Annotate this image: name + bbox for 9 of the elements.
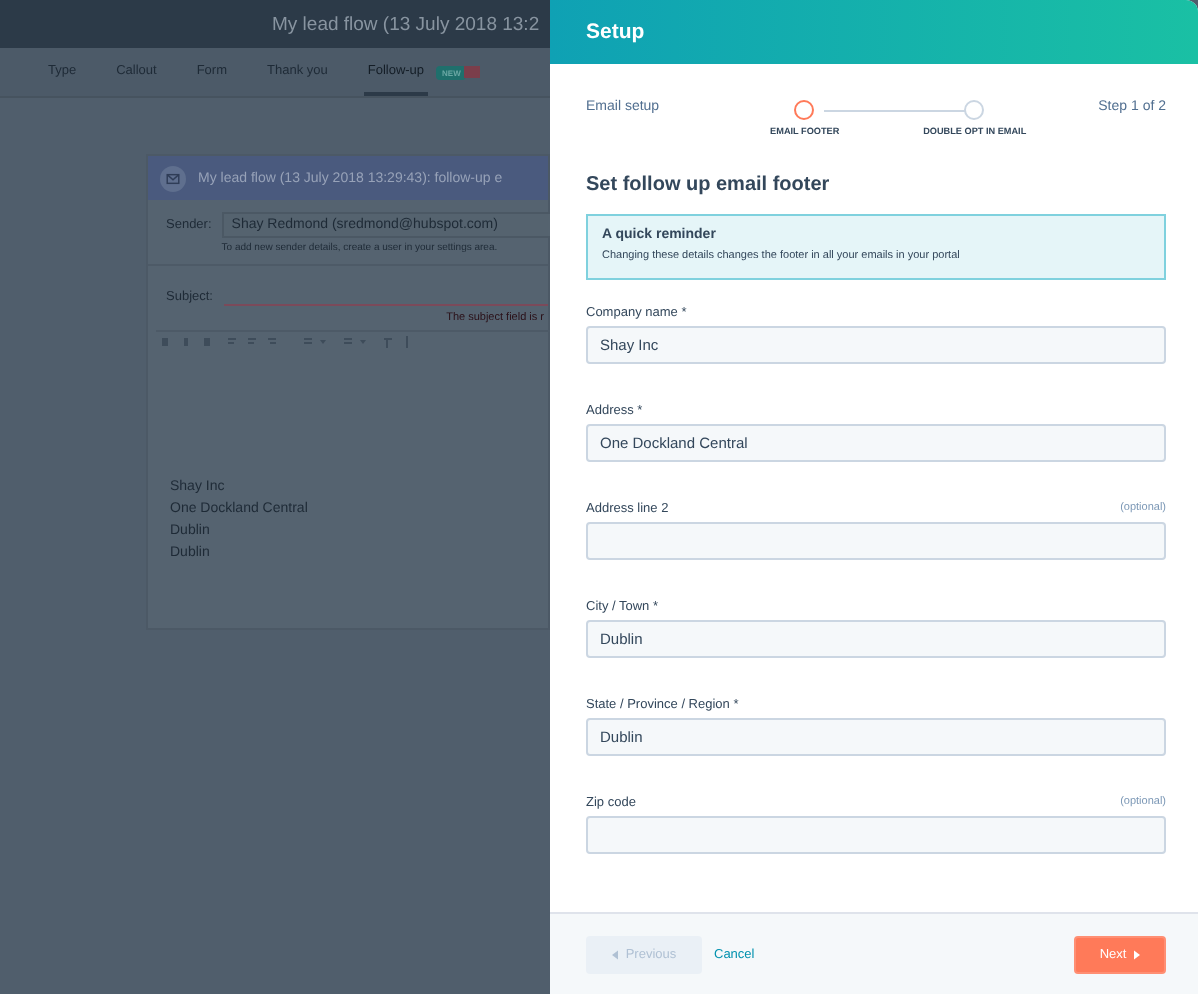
envelope-icon — [160, 165, 186, 191]
right-triangle-icon — [1134, 949, 1141, 959]
panel-title: Setup — [586, 20, 645, 44]
status-badge — [464, 66, 481, 78]
left-triangle-icon — [611, 949, 618, 959]
input-field[interactable] — [586, 816, 1166, 854]
section-heading: Set follow up email footer — [586, 174, 832, 196]
app-title: My lead flow (13 July 2018 13:2 — [272, 13, 540, 35]
input-field[interactable] — [586, 522, 1166, 560]
